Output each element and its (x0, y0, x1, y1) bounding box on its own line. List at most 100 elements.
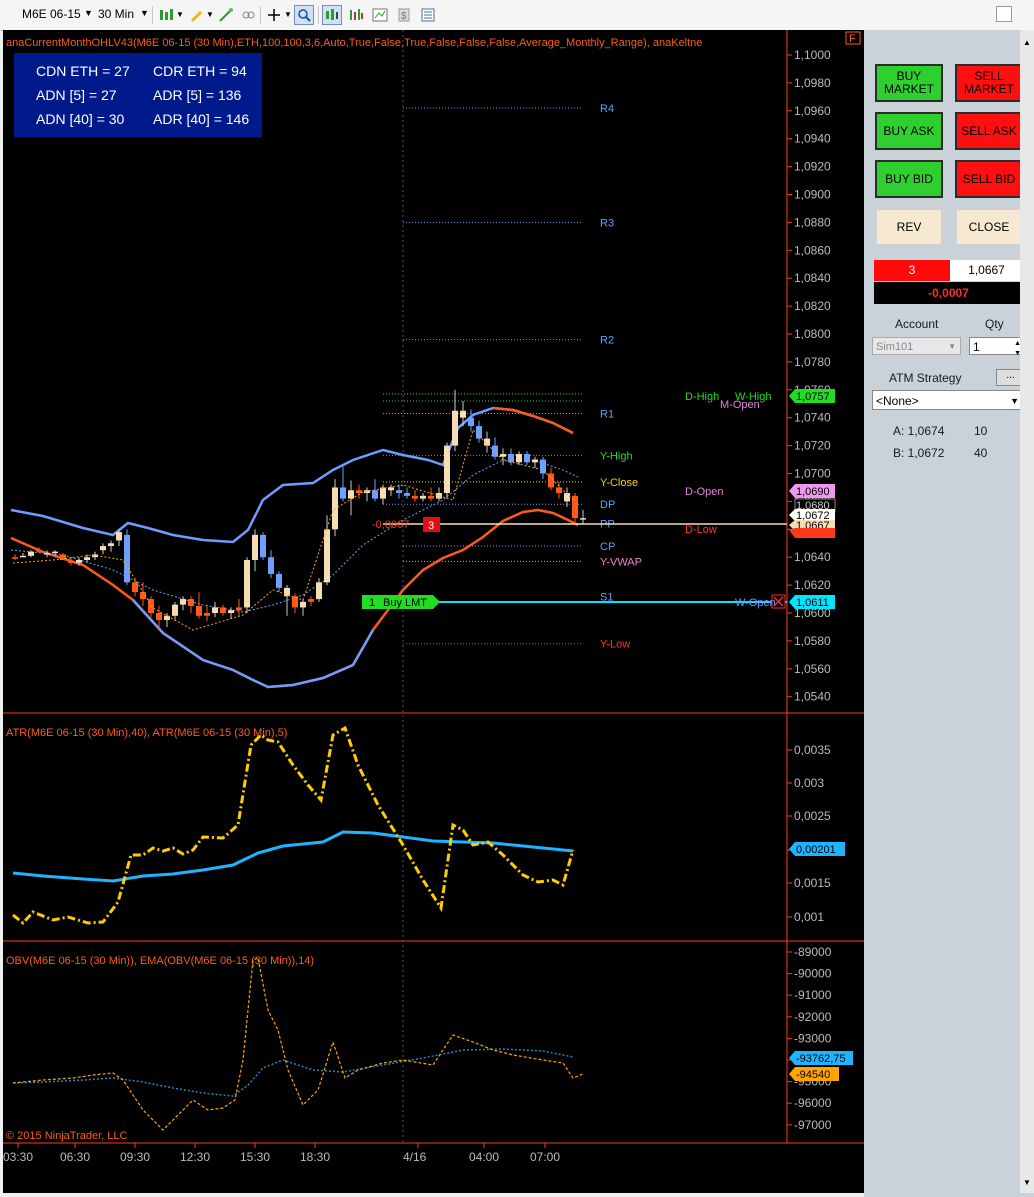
atr-axis: 0,00350,0030,00250,0020,00150,001 (787, 743, 831, 924)
interval-dropdown-icon[interactable]: ▼ (140, 8, 149, 18)
keltner-midline (10, 459, 579, 613)
template-icon[interactable] (418, 5, 438, 25)
candle-body (340, 487, 346, 499)
atr-tick-label: 0,0015 (794, 876, 831, 890)
data-box-icon[interactable] (322, 5, 342, 25)
pivot-label-dp: DP (600, 499, 615, 511)
account-label: Account (895, 317, 939, 331)
buy-market-button[interactable]: BUY MARKET (875, 64, 943, 102)
pencil-icon[interactable] (186, 5, 206, 25)
sell-ask-button[interactable]: SELL ASK (955, 112, 1023, 150)
candle-body (132, 582, 138, 593)
scroll-down-icon[interactable]: ▼ (1023, 1178, 1031, 1187)
obv-tick-label: -91000 (794, 988, 832, 1002)
position-pnl-label: -0,0007 (372, 519, 409, 531)
link-icon[interactable] (238, 5, 258, 25)
candle-body (492, 445, 498, 457)
keltner-lower-band-up (132, 599, 375, 689)
buy-ask-button[interactable]: BUY ASK (875, 112, 943, 150)
candle-body (196, 606, 202, 616)
sell-bid-button[interactable]: SELL BID (955, 160, 1023, 198)
price-chart-area[interactable]: anaCurrentMonthOHLV43(M6E 06-15 (30 Min)… (3, 30, 864, 1193)
w-open-label: W-Open (735, 597, 776, 609)
candle-body (308, 599, 314, 602)
atr40-line (12, 830, 574, 883)
dollar-icon[interactable]: $ (394, 5, 414, 25)
atr-tick-label: 0,003 (794, 776, 824, 790)
price-tick-label: 1,0940 (794, 132, 831, 146)
candle-body (172, 604, 178, 616)
candle-body (396, 490, 402, 494)
candle-body (372, 490, 378, 499)
chevron-down-icon[interactable]: ▼ (206, 10, 214, 19)
pivot-lines: R4R3R2R1Y-HighY-CloseDPPPCPY-VWAPS1Y-Low (383, 103, 642, 651)
bars-icon[interactable] (156, 5, 176, 25)
wand-icon[interactable] (216, 5, 236, 25)
svg-text:1,0611: 1,0611 (796, 597, 829, 609)
chart-canvas[interactable]: anaCurrentMonthOHLV43(M6E 06-15 (30 Min)… (3, 30, 864, 1193)
obv-tick-label: -97000 (794, 1118, 832, 1132)
atm-strategy-select[interactable]: <None> ▼ (872, 390, 1024, 410)
price-marker-high: 1,0757 (789, 389, 835, 403)
chevron-down-icon[interactable]: ▼ (284, 10, 292, 19)
candle-body (180, 599, 186, 605)
panel-scrollbar[interactable]: ▲ ▼ (1020, 30, 1034, 1193)
candle-body (220, 607, 226, 613)
properties-icon[interactable] (346, 5, 366, 25)
candle-body (212, 607, 218, 613)
time-tick-label: 12:30 (180, 1150, 210, 1164)
indicator-title: anaCurrentMonthOHLV43(M6E 06-15 (30 Min)… (6, 37, 702, 49)
candle-body (148, 599, 154, 613)
position-pnl-display: -0,0007 (874, 282, 1023, 304)
zoom-icon[interactable] (294, 5, 314, 25)
atr-tick-label: 0,0025 (794, 809, 831, 823)
atr-tick-label: 0,001 (794, 910, 824, 924)
qty-stepper[interactable]: 1 ▲ ▼ (969, 337, 1024, 357)
obv-pane-title: OBV(M6E 06-15 (30 Min)), EMA(OBV(M6E 06-… (6, 955, 314, 967)
price-tick-label: 1,1000 (794, 48, 831, 62)
bid-price-label: B: 1,0672 (893, 446, 945, 460)
adn40-value: ADN [40] = 30 (36, 111, 125, 127)
close-button[interactable]: CLOSE (955, 208, 1023, 246)
instrument-selector[interactable]: M6E 06-15 (22, 7, 81, 21)
candle-body (228, 610, 234, 613)
rev-button[interactable]: REV (875, 208, 943, 246)
crosshair-icon[interactable] (264, 5, 284, 25)
pivot-label-y-low: Y-Low (600, 639, 630, 651)
candle-body (524, 453, 530, 463)
atr5-line (12, 725, 575, 926)
chevron-down-icon[interactable]: ▼ (176, 10, 184, 19)
adr5-value: ADR [5] = 136 (153, 87, 242, 103)
time-tick-label: 18:30 (300, 1150, 330, 1164)
obv-tick-label: -90000 (794, 967, 832, 981)
interval-selector[interactable]: 30 Min (98, 7, 134, 21)
pivot-label-cp: CP (600, 541, 615, 553)
buy-bid-button[interactable]: BUY BID (875, 160, 943, 198)
price-tick-label: 1,0640 (794, 550, 831, 564)
d-high-label: D-High (685, 391, 719, 403)
chart-trader-icon[interactable] (370, 5, 390, 25)
svg-text:0,00201: 0,00201 (796, 844, 836, 856)
sell-market-button[interactable]: SELL MARKET (955, 64, 1023, 102)
qty-label: Qty (985, 317, 1004, 331)
d-low-label: D-Low (685, 524, 717, 536)
candle-body (204, 613, 210, 616)
time-tick-label: 04:00 (469, 1150, 499, 1164)
candle-body (572, 495, 578, 519)
price-tick-label: 1,0800 (794, 327, 831, 341)
position-price-display: 1,0667 (950, 260, 1023, 281)
instrument-dropdown-icon[interactable]: ▼ (84, 8, 93, 18)
price-marker-last: 1,0680 1,0672 1,0667 (789, 498, 836, 538)
candle-body (460, 410, 466, 418)
scroll-up-icon[interactable]: ▲ (1023, 38, 1031, 47)
time-tick-label: 03:30 (3, 1150, 33, 1164)
time-tick-label: 07:00 (530, 1150, 560, 1164)
obv-tick-label: -96000 (794, 1096, 832, 1110)
candle-body (260, 534, 266, 558)
candle-body (380, 487, 386, 499)
account-select[interactable]: Sim101 ▼ (872, 337, 961, 355)
candle-body (452, 410, 458, 446)
candle-body (428, 495, 434, 499)
daily-range-info-box: CDN ETH = 27 CDR ETH = 94 ADN [5] = 27 A… (14, 53, 262, 137)
window-close-box[interactable] (996, 6, 1012, 22)
